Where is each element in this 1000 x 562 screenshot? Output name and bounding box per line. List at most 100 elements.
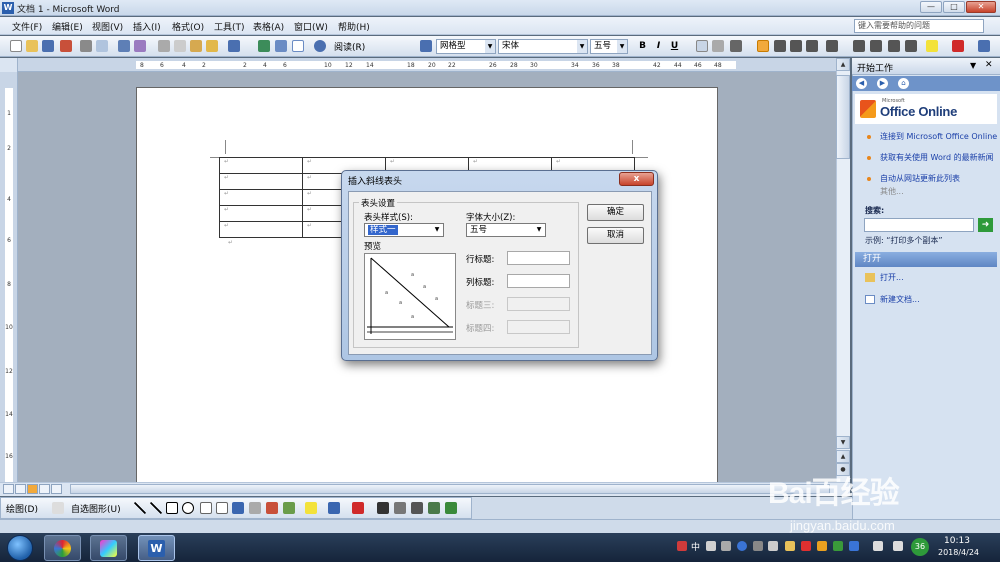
oval-icon[interactable] xyxy=(182,502,194,514)
outline-view-icon[interactable] xyxy=(39,484,50,494)
font-combo[interactable]: 宋体 ▼ xyxy=(498,39,588,54)
link-auto-update[interactable]: 自动从网站更新此列表 xyxy=(880,174,998,184)
dash-style-icon[interactable] xyxy=(394,502,406,514)
minimize-button[interactable]: — xyxy=(920,1,942,13)
tables-borders-icon[interactable] xyxy=(275,40,287,52)
tray-input-icon[interactable] xyxy=(677,541,687,551)
decrease-indent-icon[interactable] xyxy=(888,40,900,52)
spelling-icon[interactable] xyxy=(118,40,130,52)
tray-network-icon[interactable] xyxy=(873,541,883,551)
menu-window[interactable]: 窗口(W) xyxy=(294,20,328,33)
read-mode-button[interactable]: 阅读(R) xyxy=(334,40,365,53)
back-icon[interactable]: ◀ xyxy=(856,78,867,89)
tray-app1-icon[interactable] xyxy=(785,541,795,551)
menu-edit[interactable]: 编辑(E) xyxy=(52,20,83,33)
tray-app5-icon[interactable] xyxy=(849,541,859,551)
underline-button[interactable]: U xyxy=(668,40,681,53)
char-border-icon[interactable] xyxy=(696,40,708,52)
save-icon[interactable] xyxy=(42,40,54,52)
bullets-icon[interactable] xyxy=(870,40,882,52)
autoshapes-button[interactable]: 自选图形(U) xyxy=(71,502,121,515)
horizontal-scroll-thumb[interactable] xyxy=(70,484,830,494)
font-color-icon[interactable] xyxy=(952,40,964,52)
line-style-icon[interactable] xyxy=(377,502,389,514)
print-layout-icon[interactable] xyxy=(27,484,38,494)
scroll-up-icon[interactable]: ▲ xyxy=(836,58,850,71)
print-icon[interactable] xyxy=(80,40,92,52)
search-input[interactable] xyxy=(864,218,974,232)
numbering-icon[interactable] xyxy=(853,40,865,52)
header-style-select[interactable]: 样式一 ▼ xyxy=(364,223,444,237)
select-objects-icon[interactable] xyxy=(52,502,64,514)
arrow-icon[interactable] xyxy=(150,502,162,514)
menu-help[interactable]: 帮助(H) xyxy=(338,20,370,33)
font-size-select[interactable]: 五号 ▼ xyxy=(466,223,546,237)
ok-button[interactable]: 确定 xyxy=(587,204,644,221)
copy-icon[interactable] xyxy=(174,40,186,52)
styles-pane-icon[interactable] xyxy=(420,40,432,52)
undo-icon[interactable] xyxy=(228,40,240,52)
line-icon[interactable] xyxy=(134,502,146,514)
scroll-down-icon[interactable]: ▼ xyxy=(836,436,850,449)
char-shading-icon[interactable] xyxy=(712,40,724,52)
clock-time[interactable]: 10:13 xyxy=(944,536,970,546)
menu-tools[interactable]: 工具(T) xyxy=(214,20,245,33)
research-icon[interactable] xyxy=(134,40,146,52)
italic-button[interactable]: I xyxy=(652,40,665,53)
tray-moon-icon[interactable] xyxy=(706,541,716,551)
font-size-combo[interactable]: 五号 ▼ xyxy=(590,39,628,54)
tray-help-icon[interactable] xyxy=(737,541,747,551)
table-cell[interactable]: ↵ xyxy=(219,189,303,206)
search-go-icon[interactable]: ➜ xyxy=(978,218,993,232)
home-icon[interactable]: ⌂ xyxy=(898,78,909,89)
fill-color-icon[interactable] xyxy=(305,502,317,514)
taskbar-app-paint[interactable] xyxy=(90,535,127,561)
menu-view[interactable]: 视图(V) xyxy=(92,20,123,33)
scroll-thumb[interactable] xyxy=(836,75,850,159)
taskbar-app-chrome[interactable] xyxy=(44,535,81,561)
task-pane-menu-icon[interactable]: ▼ xyxy=(970,61,976,70)
tray-dot-icon[interactable] xyxy=(721,541,731,551)
clock-date[interactable]: 2018/4/24 xyxy=(938,548,979,557)
col-title-input[interactable] xyxy=(507,274,570,288)
word-app-icon[interactable]: W xyxy=(2,2,14,14)
paste-icon[interactable] xyxy=(190,40,202,52)
bold-button[interactable]: B xyxy=(636,40,649,53)
tray-tools-icon[interactable] xyxy=(768,541,778,551)
row-title-input[interactable] xyxy=(507,251,570,265)
format-painter-icon[interactable] xyxy=(206,40,218,52)
start-button[interactable] xyxy=(7,535,33,561)
menu-format[interactable]: 格式(O) xyxy=(172,20,204,33)
table-cell[interactable]: ↵ xyxy=(219,173,303,190)
tray-app3-icon[interactable] xyxy=(817,541,827,551)
cancel-button[interactable]: 取消 xyxy=(587,227,644,244)
vertical-ruler[interactable] xyxy=(0,72,18,482)
tray-app2-icon[interactable] xyxy=(801,541,811,551)
align-center-icon[interactable] xyxy=(774,40,786,52)
menu-insert[interactable]: 插入(I) xyxy=(133,20,161,33)
arrow-style-icon[interactable] xyxy=(411,502,423,514)
close-window-button[interactable]: ✕ xyxy=(966,1,996,13)
taskbar-app-word[interactable]: W xyxy=(138,535,175,561)
table-cell[interactable]: ↵ xyxy=(219,157,303,174)
rectangle-icon[interactable] xyxy=(166,502,178,514)
cut-icon[interactable] xyxy=(158,40,170,52)
increase-indent-icon[interactable] xyxy=(905,40,917,52)
tray-ime-indicator[interactable]: 中 xyxy=(691,540,700,553)
help-question-input[interactable]: 键入需要帮助的问题 xyxy=(854,19,984,33)
draw-font-color-icon[interactable] xyxy=(352,502,364,514)
draw-menu-button[interactable]: 绘图(D) xyxy=(6,502,38,515)
table-cell[interactable]: ↵ xyxy=(219,221,303,238)
menu-file[interactable]: 文件(F) xyxy=(12,20,42,33)
vertical-textbox-icon[interactable] xyxy=(216,502,228,514)
shadow-style-icon[interactable] xyxy=(428,502,440,514)
diagram-icon[interactable] xyxy=(249,502,261,514)
ruler-tab-selector[interactable] xyxy=(0,58,18,72)
table-cell[interactable]: ↵ xyxy=(219,205,303,222)
hyperlink-icon[interactable] xyxy=(258,40,270,52)
link-word-news[interactable]: 获取有关使用 Word 的最新新闻 xyxy=(880,153,998,163)
open-folder-icon[interactable] xyxy=(26,40,38,52)
picture-icon[interactable] xyxy=(283,502,295,514)
normal-view-icon[interactable] xyxy=(3,484,14,494)
forward-icon[interactable]: ▶ xyxy=(877,78,888,89)
